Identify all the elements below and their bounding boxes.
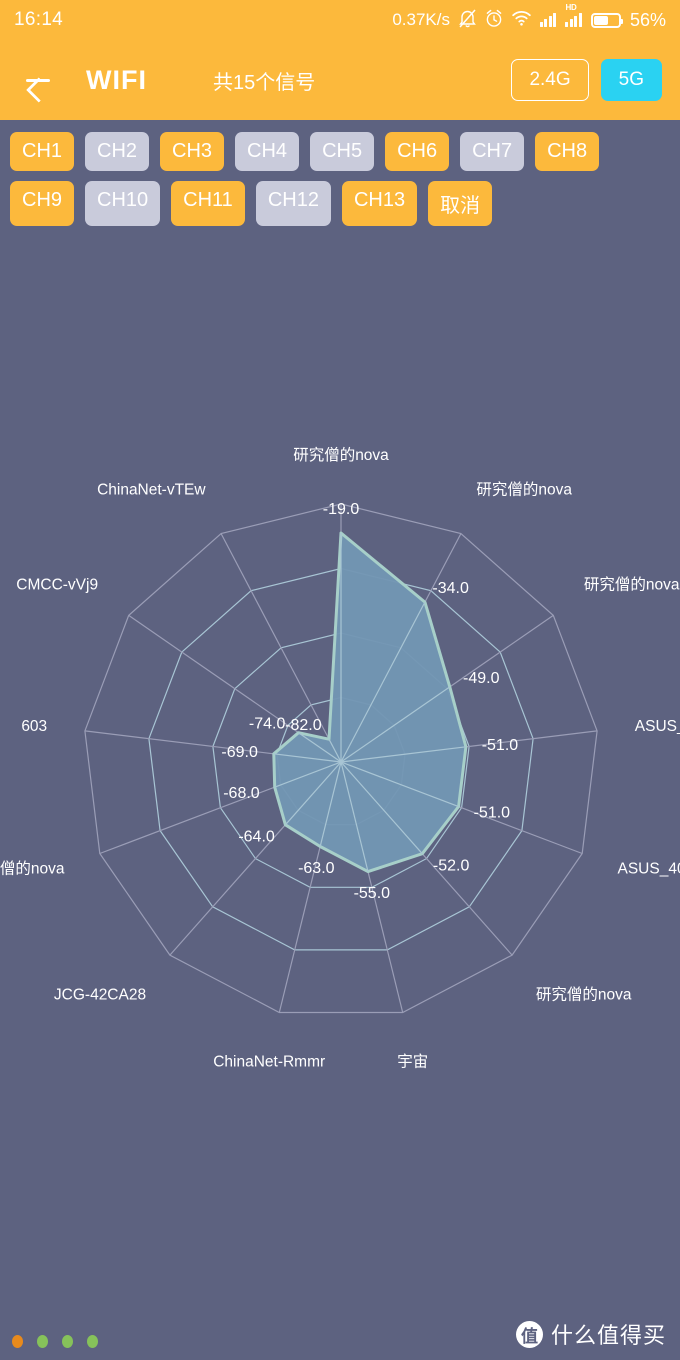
nav-dots: [12, 1335, 98, 1348]
band-button-5g[interactable]: 5G: [600, 59, 662, 101]
signal-count-label: 共15个信号: [212, 71, 316, 94]
radar-series-label-9: 研究僧的nova: [0, 859, 65, 877]
footer-bar: 值 什么值得买: [0, 1312, 680, 1360]
nav-dot-2: [37, 1335, 48, 1348]
radar-series-label-0: 研究僧的nova: [293, 446, 389, 464]
channel-chip-ch1[interactable]: CH1: [10, 132, 75, 171]
channel-chip-ch11[interactable]: CH11: [171, 181, 245, 226]
radar-value-label-3: -51.0: [482, 737, 519, 754]
wifi-signal-radar-chart: 研究僧的nova -19.0 研究僧的nova -34.0 研究僧的nova -49.0 A…: [0, 380, 680, 1140]
radar-value-label-1: -34.0: [432, 580, 469, 597]
watermark-label: 什么值得买: [550, 1323, 666, 1348]
radar-value-label-5: -52.0: [433, 858, 470, 875]
radar-series-label-3: ASUS_40_2G: [635, 718, 680, 735]
watermark: 值 什么值得买: [515, 1318, 666, 1350]
battery-percent-label: 56%: [629, 9, 666, 30]
channel-chip-ch3[interactable]: CH3: [160, 132, 225, 171]
radar-series-label-6: 宇宙: [397, 1052, 428, 1070]
channel-chip-ch4[interactable]: CH4: [235, 132, 300, 171]
radar-series-label-12: ChinaNet-vTEw: [97, 481, 206, 498]
radar-value-label-11: -74.0: [249, 716, 286, 733]
status-bar: 16:14 0.37K/s HD 56%: [0, 0, 680, 40]
signal-bars-icon: [539, 13, 557, 27]
radar-value-label-12: -82.0: [285, 717, 322, 734]
bell-muted-icon: [459, 9, 476, 32]
app-header: WIFI 共15个信号 2.4G 5G: [0, 40, 680, 120]
channel-chip-ch9[interactable]: CH9: [10, 181, 75, 226]
band-button-24g[interactable]: 2.4G: [511, 59, 589, 101]
network-speed-label: 0.37K/s: [392, 10, 450, 29]
channel-chip-ch8[interactable]: CH8: [535, 132, 600, 171]
status-icons-group: 0.37K/s HD 56%: [392, 4, 666, 32]
radar-value-label-10: -69.0: [221, 744, 258, 761]
channel-chip-ch6[interactable]: CH6: [385, 132, 450, 171]
radar-series-label-4: ASUS_40_2G_K: [618, 860, 680, 877]
smzdm-logo-icon: 值: [515, 1320, 543, 1348]
hd-label: HD: [565, 3, 577, 12]
radar-series-label-10: 603: [21, 718, 47, 735]
battery-icon: [590, 12, 623, 28]
back-arrow-icon[interactable]: [18, 60, 58, 100]
channel-chip-ch2[interactable]: CH2: [85, 132, 150, 171]
channel-chip-ch13[interactable]: CH13: [341, 181, 418, 226]
status-time: 16:14: [14, 9, 64, 30]
channel-chip-ch12[interactable]: CH12: [255, 181, 331, 226]
channel-chip-ch7[interactable]: CH7: [460, 132, 525, 171]
channel-chip-ch5[interactable]: CH5: [310, 132, 375, 171]
hd-signal-icon: HD: [565, 4, 582, 27]
page-title: WIFI: [86, 64, 147, 95]
radar-series-label-2: 研究僧的nova: [584, 576, 680, 594]
channel-filter-bar: CH1 CH2 CH3 CH4 CH5 CH6 CH7 CH8 CH9 CH10 CH11 CH12 C…: [0, 120, 680, 234]
radar-value-label-2: -49.0: [463, 670, 500, 687]
radar-series-label-1: 研究僧的nova: [476, 480, 572, 498]
radar-series-label-11: CMCC-vVj9: [16, 577, 98, 594]
wifi-icon: [512, 10, 531, 30]
radar-series-label-5: 研究僧的nova: [536, 986, 632, 1004]
radar-value-label-0: -19.0: [323, 501, 360, 518]
radar-value-label-9: -68.0: [223, 785, 260, 802]
radar-value-label-4: -51.0: [474, 804, 511, 821]
radar-series-label-7: ChinaNet-Rmmr: [213, 1053, 325, 1070]
radar-value-label-7: -63.0: [298, 860, 335, 877]
channel-chip-ch10[interactable]: CH10: [85, 181, 161, 226]
nav-dot-4: [87, 1335, 98, 1348]
radar-value-label-8: -64.0: [238, 829, 275, 846]
radar-series-label-8: JCG-42CA28: [54, 987, 146, 1004]
channel-chip-取消[interactable]: 取消: [428, 181, 493, 226]
nav-dot-1: [12, 1335, 23, 1348]
alarm-clock-icon: [485, 9, 503, 32]
band-toggle-group: 2.4G 5G: [511, 59, 662, 101]
nav-dot-3: [62, 1335, 73, 1348]
radar-value-label-6: -55.0: [354, 885, 391, 902]
